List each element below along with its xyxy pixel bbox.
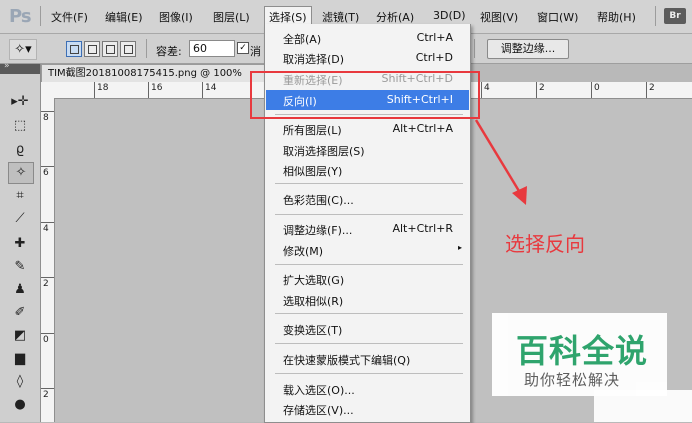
menu-help[interactable]: 帮助(H) — [597, 9, 636, 25]
ruler-label: 2 — [43, 390, 49, 400]
menu-item-save-selection[interactable]: 存储选区(V)... — [266, 399, 469, 419]
menu-select[interactable]: 选择(S) — [264, 6, 312, 26]
menu-separator — [275, 264, 463, 265]
photoshop-logo: Ps — [9, 6, 32, 27]
menu-item-quick-mask[interactable]: 在快速蒙版模式下编辑(Q) — [266, 349, 469, 369]
menu-separator — [275, 343, 463, 344]
options-divider — [146, 39, 147, 58]
anti-alias-checkbox[interactable]: ✓ — [237, 42, 249, 54]
dodge-tool-icon[interactable]: ● — [8, 395, 32, 415]
menu-analysis[interactable]: 分析(A) — [376, 9, 414, 25]
menu-item-deselect[interactable]: 取消选择(D) Ctrl+D — [266, 48, 469, 68]
menu-image[interactable]: 图像(I) — [159, 9, 193, 25]
magic-wand-preset-icon[interactable]: ✧▾ — [9, 39, 37, 60]
menu-edit[interactable]: 编辑(E) — [105, 9, 143, 25]
subtract-selection-mode-button[interactable] — [102, 41, 118, 57]
ruler-label: 2 — [43, 279, 49, 289]
marquee-tool-icon[interactable]: ⬚ — [8, 116, 32, 136]
collapse-icon: » — [4, 61, 10, 71]
menu-divider — [655, 6, 656, 26]
tolerance-input[interactable]: 60 — [189, 40, 235, 57]
menu-divider — [40, 6, 41, 26]
submenu-arrow-icon: ▸ — [457, 243, 462, 252]
toolbox: » ▸✛ ⬚ ϱ ✧ ⌗ ⟋ ✚ ✎ ♟ ✐ ◩ ▆ ◊ ● — [0, 61, 41, 422]
menu-item-similar[interactable]: 选取相似(R) — [266, 290, 469, 310]
ruler-label: 4 — [43, 224, 49, 234]
ruler-label: 0 — [43, 335, 49, 345]
eraser-tool-icon[interactable]: ◩ — [8, 326, 32, 346]
ruler-label: 0 — [594, 83, 600, 93]
menu-item-load-selection[interactable]: 载入选区(O)... — [266, 379, 469, 399]
options-divider — [474, 39, 475, 58]
intersect-selection-icon — [124, 45, 133, 54]
menu-item-deselect-layers[interactable]: 取消选择图层(S) — [266, 140, 469, 160]
menu-separator — [275, 373, 463, 374]
intersect-selection-mode-button[interactable] — [120, 41, 136, 57]
ruler-label: 2 — [539, 83, 545, 93]
menu-item-all-layers[interactable]: 所有图层(L) Alt+Ctrl+A — [266, 119, 469, 139]
annotation-label: 选择反向 — [505, 232, 585, 256]
menu-item-all[interactable]: 全部(A) Ctrl+A — [266, 28, 469, 48]
watermark: 百科全说 助你轻松解决 — [492, 313, 667, 396]
menu-3d[interactable]: 3D(D) — [433, 9, 466, 22]
refine-edge-button[interactable]: 调整边缘... — [487, 39, 569, 59]
magic-wand-tool-icon[interactable]: ✧ — [8, 162, 34, 184]
tolerance-label: 容差: — [156, 45, 182, 58]
menu-item-grow[interactable]: 扩大选取(G) — [266, 269, 469, 289]
new-selection-mode-button[interactable] — [66, 41, 82, 57]
add-selection-icon — [88, 45, 97, 54]
ruler-label: 16 — [151, 83, 163, 93]
menu-item-modify[interactable]: 修改(M) ▸ — [266, 240, 469, 260]
menu-window[interactable]: 窗口(W) — [537, 9, 578, 25]
subtract-selection-icon — [106, 45, 115, 54]
brush-tool-icon[interactable]: ✎ — [8, 257, 32, 277]
menu-item-color-range[interactable]: 色彩范围(C)... — [266, 189, 469, 209]
toolbox-header[interactable]: » — [0, 61, 40, 74]
menu-filter[interactable]: 滤镜(T) — [322, 9, 359, 25]
ruler-label: 14 — [205, 83, 217, 93]
menu-separator — [275, 313, 463, 314]
eyedropper-tool-icon[interactable]: ⟋ — [8, 209, 32, 229]
document-tab[interactable]: TIM截图20181008175415.png @ 100% — [41, 64, 269, 82]
ruler-label: 2 — [649, 83, 655, 93]
annotation-highlight-box — [250, 71, 480, 119]
vertical-ruler: 8 6 4 2 0 2 — [41, 98, 55, 422]
ruler-label: 6 — [43, 168, 49, 178]
ruler-label: 18 — [97, 83, 109, 93]
clone-stamp-tool-icon[interactable]: ♟ — [8, 280, 32, 300]
history-brush-tool-icon[interactable]: ✐ — [8, 303, 32, 323]
menu-view[interactable]: 视图(V) — [480, 9, 518, 25]
ruler-label: 8 — [43, 113, 49, 123]
new-selection-icon — [70, 45, 79, 54]
move-tool-icon[interactable]: ▸✛ — [8, 92, 32, 112]
lasso-tool-icon[interactable]: ϱ — [8, 140, 32, 160]
menu-separator — [275, 214, 463, 215]
watermark-subtitle: 助你轻松解决 — [524, 371, 621, 389]
menu-layer[interactable]: 图层(L) — [213, 9, 250, 25]
gradient-tool-icon[interactable]: ▆ — [8, 349, 32, 369]
anti-alias-label: 消 — [250, 45, 261, 58]
ruler-label: 4 — [484, 83, 490, 93]
menu-file[interactable]: 文件(F) — [51, 9, 88, 25]
add-selection-mode-button[interactable] — [84, 41, 100, 57]
watermark-title: 百科全说 — [516, 332, 649, 370]
menu-item-similar-layers[interactable]: 相似图层(Y) — [266, 160, 469, 180]
bridge-button[interactable]: Br — [664, 8, 686, 24]
blur-tool-icon[interactable]: ◊ — [8, 372, 32, 392]
crop-tool-icon[interactable]: ⌗ — [8, 186, 32, 206]
healing-brush-tool-icon[interactable]: ✚ — [8, 234, 32, 254]
menu-item-refine-edge[interactable]: 调整边缘(F)... Alt+Ctrl+R — [266, 219, 469, 239]
menu-item-transform-selection[interactable]: 变换选区(T) — [266, 319, 469, 339]
menu-separator — [275, 183, 463, 184]
